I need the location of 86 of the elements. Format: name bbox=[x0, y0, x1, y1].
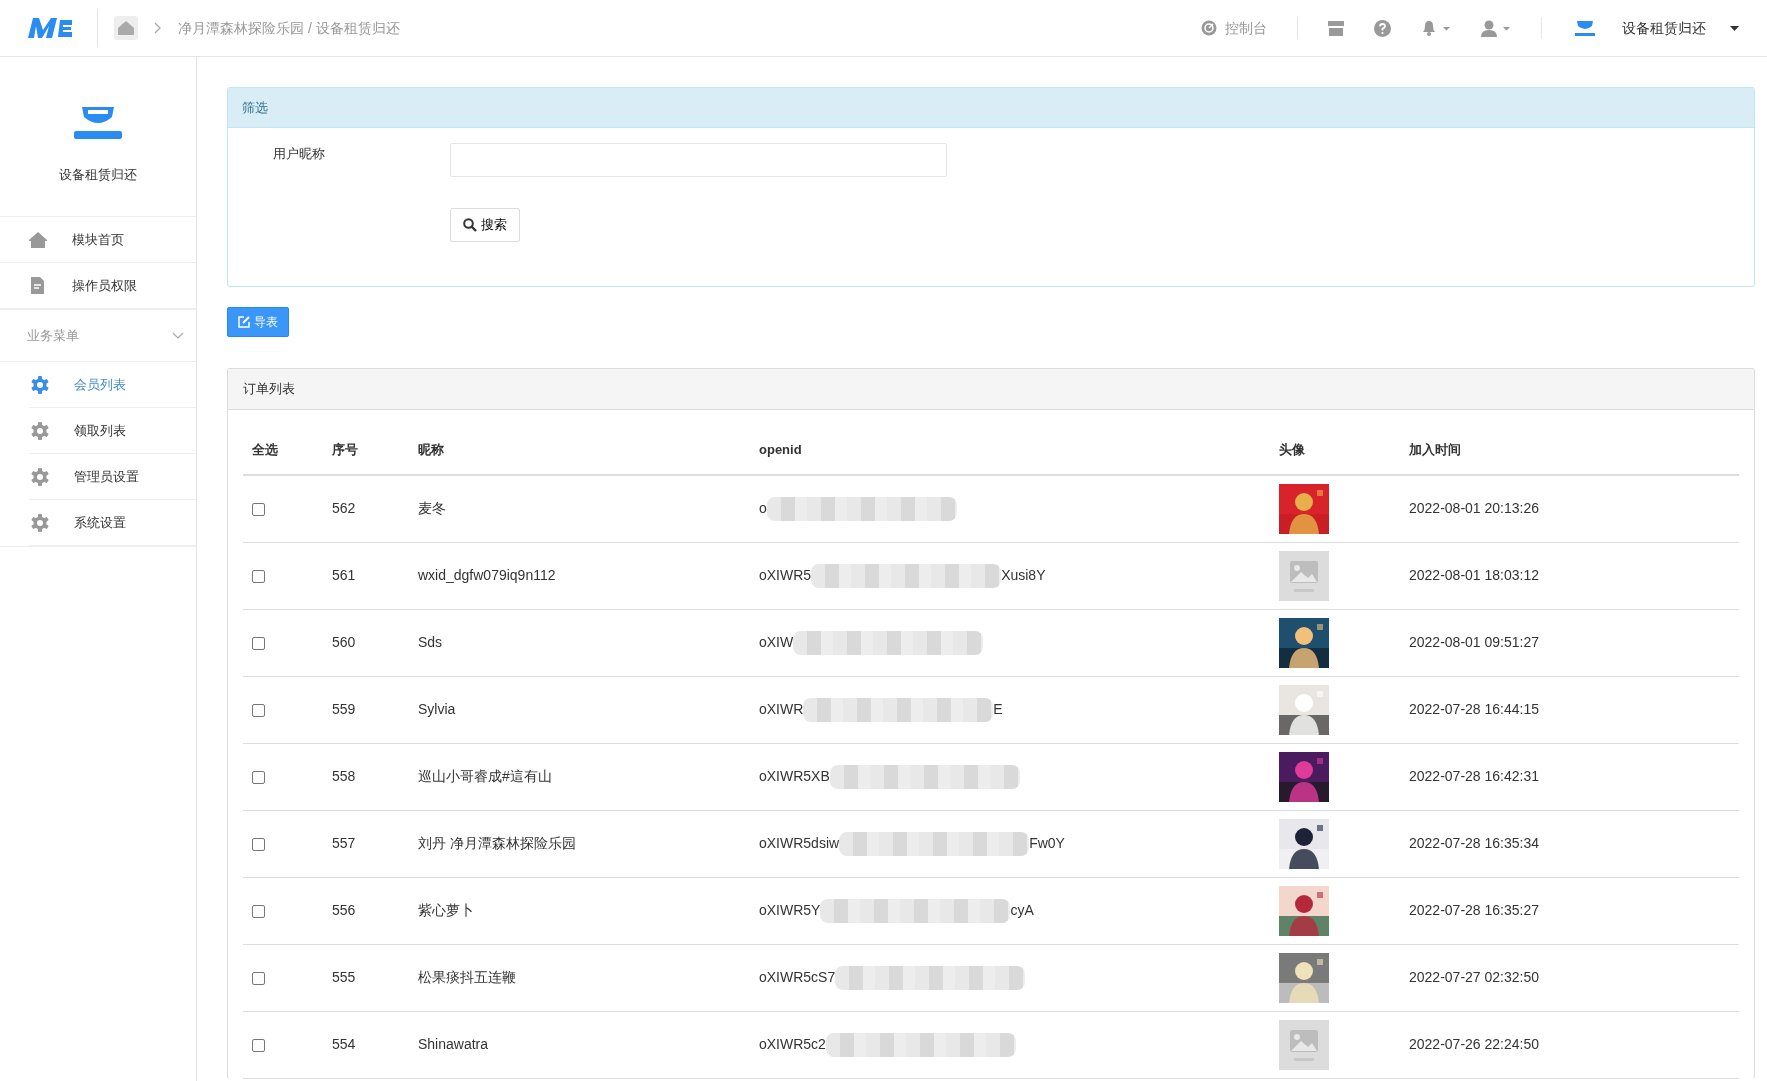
menu-item[interactable]: 系统设置 bbox=[74, 512, 126, 533]
table-cell: 麦冬 bbox=[418, 500, 446, 517]
row-checkbox[interactable] bbox=[252, 1038, 265, 1052]
column-header: 头像 bbox=[1279, 441, 1305, 457]
table-cell: oXIWR bbox=[759, 700, 804, 717]
row-checkbox[interactable] bbox=[252, 703, 265, 717]
store-icon[interactable] bbox=[1328, 20, 1344, 36]
row-checkbox[interactable] bbox=[252, 837, 265, 851]
field-label: 用户昵称 bbox=[273, 146, 325, 161]
table-cell: 紫心萝卜 bbox=[418, 902, 474, 918]
menu-item[interactable]: 模块首页 bbox=[72, 229, 124, 250]
menu-item[interactable]: 操作员权限 bbox=[72, 275, 137, 296]
breadcrumb: 净月潭森林探险乐园 / 设备租赁归还 bbox=[178, 18, 400, 38]
panel-title: 筛选 bbox=[242, 98, 268, 117]
column-header[interactable]: 全选 bbox=[252, 441, 278, 457]
row-checkbox[interactable] bbox=[252, 636, 265, 650]
table-cell: E bbox=[993, 700, 1003, 717]
table-cell: 2022-07-26 22:24:50 bbox=[1409, 1036, 1539, 1052]
menu-item[interactable]: 管理员设置 bbox=[74, 466, 139, 487]
table-cell: 554 bbox=[332, 1036, 356, 1052]
table-cell: 556 bbox=[332, 902, 356, 918]
table-cell: 557 bbox=[332, 835, 356, 851]
caret-icon[interactable] bbox=[1730, 25, 1739, 31]
menu-item[interactable]: 会员列表 bbox=[74, 374, 126, 395]
row-checkbox[interactable] bbox=[252, 503, 265, 517]
search-icon bbox=[463, 218, 477, 232]
account-name[interactable]: 设备租赁归还 bbox=[1622, 17, 1706, 39]
gear-icon bbox=[30, 420, 50, 441]
table-cell: Sylvia bbox=[418, 701, 456, 717]
menu-item[interactable]: 领取列表 bbox=[74, 420, 126, 441]
table-cell: Shinawatra bbox=[418, 1036, 489, 1052]
table-cell: Xusi8Y bbox=[1001, 566, 1046, 583]
table-cell: oXIW bbox=[759, 633, 794, 650]
table-cell: 2022-07-28 16:44:15 bbox=[1409, 701, 1539, 717]
section-label: 业务菜单 bbox=[27, 326, 79, 345]
table-cell: 2022-07-28 16:42:31 bbox=[1409, 768, 1539, 784]
gear-icon bbox=[30, 374, 50, 395]
table-cell: 560 bbox=[332, 634, 356, 650]
table-cell: 2022-08-01 20:13:26 bbox=[1409, 500, 1539, 517]
column-header: openid bbox=[759, 441, 802, 457]
gear-icon bbox=[30, 512, 50, 533]
table-cell: oXIWR5dsiw bbox=[759, 834, 840, 851]
bell-icon[interactable] bbox=[1421, 20, 1451, 36]
row-checkbox[interactable] bbox=[252, 971, 265, 985]
table-cell: 559 bbox=[332, 701, 356, 717]
table-cell: 刘丹 净月潭森林探险乐园 bbox=[418, 835, 576, 851]
table-cell: 562 bbox=[332, 500, 356, 517]
gear-icon bbox=[30, 466, 50, 487]
table-cell: 2022-07-27 02:32:50 bbox=[1409, 969, 1539, 985]
table-cell: oXIWR5c2 bbox=[759, 1035, 826, 1052]
table-cell: o bbox=[759, 499, 767, 516]
search-button[interactable]: 搜索 bbox=[450, 208, 520, 242]
chevron-icon bbox=[154, 22, 162, 34]
row-checkbox[interactable] bbox=[252, 569, 265, 583]
table-cell: cyA bbox=[1010, 901, 1034, 918]
table-cell: oXIWR5 bbox=[759, 566, 812, 583]
help-icon[interactable] bbox=[1374, 19, 1391, 37]
column-header: 序号 bbox=[332, 441, 358, 457]
column-header: 加入时间 bbox=[1409, 441, 1461, 457]
table-cell: 2022-08-01 18:03:12 bbox=[1409, 567, 1539, 583]
chevron-icon[interactable] bbox=[172, 332, 184, 339]
table-cell: 2022-08-01 09:51:27 bbox=[1409, 634, 1539, 650]
column-header: 昵称 bbox=[418, 441, 444, 457]
table-cell: 561 bbox=[332, 567, 356, 583]
table-cell: 555 bbox=[332, 969, 356, 985]
table-cell: oXIWR5Y bbox=[759, 901, 821, 918]
table-cell: oXIWR5cS7 bbox=[759, 968, 836, 985]
table-cell: 2022-07-28 16:35:34 bbox=[1409, 835, 1539, 851]
panel-title: 订单列表 bbox=[243, 380, 295, 399]
home-icon bbox=[28, 229, 48, 250]
table-cell: Fw0Y bbox=[1029, 834, 1065, 851]
nickname-field[interactable] bbox=[450, 143, 947, 177]
table-cell: Sds bbox=[418, 634, 443, 650]
table-cell: 558 bbox=[332, 768, 356, 784]
edit-icon bbox=[238, 316, 250, 328]
company-logo bbox=[1572, 18, 1598, 38]
dashboard-icon[interactable] bbox=[1201, 20, 1217, 36]
table-cell: 2022-07-28 16:35:27 bbox=[1409, 902, 1539, 918]
table-cell: wxid_dgfw079iq9n112 bbox=[418, 567, 556, 583]
row-checkbox[interactable] bbox=[252, 904, 265, 918]
table-cell: oXIWR5XB bbox=[759, 767, 830, 784]
table-cell: 松果痰抖五连鞭 bbox=[418, 969, 516, 985]
table-cell: 巡山小哥睿成#這有山 bbox=[418, 768, 552, 784]
module-title: 设备租赁归还 bbox=[59, 166, 137, 184]
user-icon[interactable] bbox=[1481, 19, 1511, 37]
row-checkbox[interactable] bbox=[252, 770, 265, 784]
